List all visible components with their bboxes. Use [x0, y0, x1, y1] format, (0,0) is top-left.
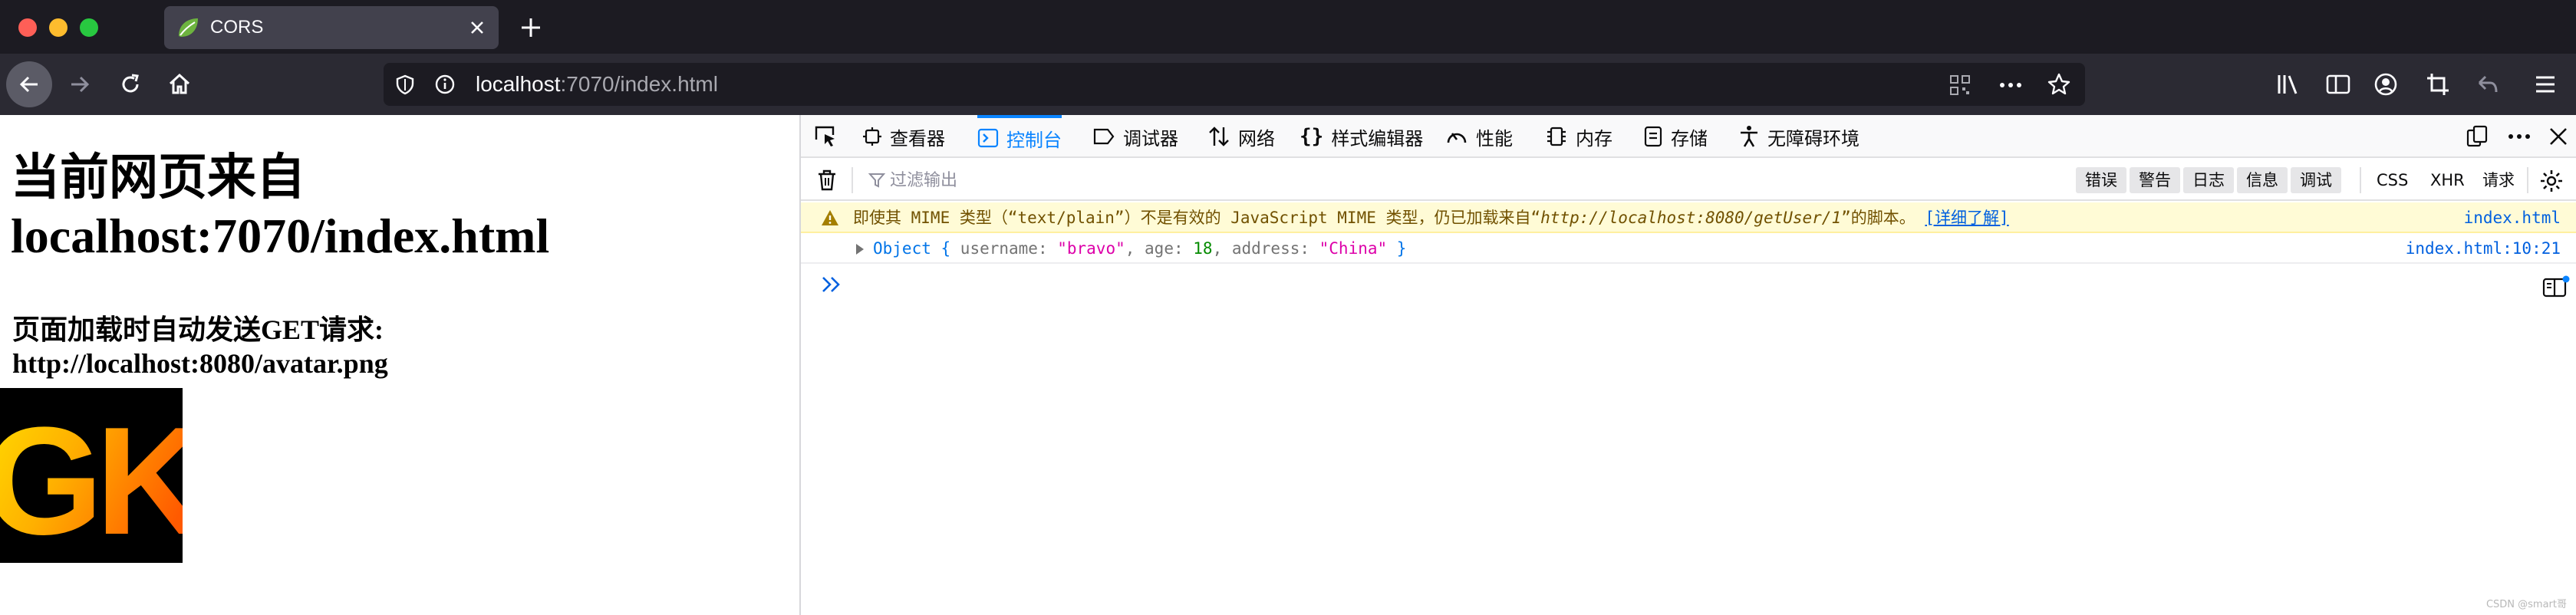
console-settings-gear-icon[interactable] — [2539, 169, 2564, 193]
page-heading: 当前网页来自localhost:7070/index.html — [11, 150, 550, 263]
spring-leaf-icon — [179, 18, 198, 37]
web-page-content: 当前网页来自localhost:7070/index.html 页面加载时自动发… — [0, 115, 799, 615]
bookmark-star-icon[interactable] — [2047, 72, 2071, 97]
back-button[interactable] — [6, 61, 52, 107]
tracking-protection-shield-icon[interactable] — [394, 74, 416, 95]
browser-tab[interactable]: CORS — [164, 6, 499, 49]
back-arrow-icon — [19, 76, 38, 93]
filter-divider — [2360, 167, 2361, 193]
close-window-button[interactable] — [18, 18, 37, 37]
forward-button[interactable] — [57, 61, 103, 107]
navigation-toolbar: localhost:7070/index.html — [0, 54, 2576, 115]
filter-divider — [852, 167, 853, 193]
sidebar-icon[interactable] — [2324, 71, 2352, 98]
tab-network[interactable]: 网络 — [1207, 115, 1275, 158]
split-console-icon[interactable] — [2542, 275, 2570, 299]
url-path: :7070/index.html — [560, 72, 718, 96]
filter-debug-button[interactable]: 调试 — [2291, 167, 2341, 193]
address-bar[interactable]: localhost:7070/index.html — [384, 63, 2085, 106]
warning-text: 即使其 MIME 类型（“text/plain”）不是有效的 JavaScrip… — [853, 209, 2009, 227]
filter-logs-button[interactable]: 日志 — [2183, 167, 2234, 193]
accessibility-icon — [1738, 125, 1760, 148]
hamburger-menu-icon[interactable] — [2532, 71, 2559, 98]
expand-triangle-icon[interactable] — [855, 243, 865, 255]
maximize-window-button[interactable] — [80, 18, 98, 37]
new-tab-icon[interactable] — [519, 15, 543, 40]
tab-accessibility[interactable]: 无障碍环境 — [1738, 115, 1860, 158]
console-prompt-chevron-icon[interactable] — [821, 275, 842, 294]
tab-performance[interactable]: 性能 — [1445, 115, 1513, 158]
console-warning-message: 即使其 MIME 类型（“text/plain”）不是有效的 JavaScrip… — [801, 202, 2576, 233]
filter-output-input[interactable] — [890, 167, 1273, 193]
devtools-toolbar: 查看器 控制台 调试器 网络 {} 样式编辑器 性能 内存 存储 无障碍环境 — [801, 115, 2576, 158]
learn-more-link[interactable]: [详细了解] — [1925, 209, 2008, 227]
console-log-message: Object { username: "bravo", age: 18, add… — [801, 233, 2576, 264]
inspector-icon — [862, 127, 882, 146]
home-icon — [169, 73, 190, 94]
tab-debugger[interactable]: 调试器 — [1092, 115, 1178, 158]
site-info-icon[interactable] — [434, 74, 456, 95]
log-source-link[interactable]: index.html:10:21 — [2406, 233, 2561, 264]
clear-console-trash-icon[interactable] — [816, 169, 838, 192]
filter-divider — [2527, 167, 2528, 193]
network-icon — [1207, 126, 1230, 147]
minimize-window-button[interactable] — [49, 18, 68, 37]
library-icon[interactable] — [2275, 71, 2303, 98]
warning-url: http://localhost:8080/getUser/1 — [1540, 209, 1842, 227]
devtools-panel: 查看器 控制台 调试器 网络 {} 样式编辑器 性能 内存 存储 无障碍环境 过… — [799, 115, 2576, 615]
filter-info-button[interactable]: 信息 — [2237, 167, 2288, 193]
devtools-more-icon[interactable] — [2505, 124, 2533, 149]
reload-button[interactable] — [107, 61, 153, 107]
close-devtools-icon[interactable] — [2547, 124, 2570, 149]
qr-code-icon[interactable] — [1948, 74, 1972, 97]
tab-memory[interactable]: 内存 — [1545, 115, 1612, 158]
url-text[interactable]: localhost:7070/index.html — [476, 63, 718, 106]
account-icon[interactable] — [2372, 71, 2400, 98]
log-object-text[interactable]: Object { username: "bravo", age: 18, add… — [873, 233, 1406, 264]
style-editor-icon: {} — [1300, 125, 1324, 148]
forward-arrow-icon — [71, 76, 90, 93]
warning-triangle-icon — [822, 210, 838, 225]
watermark-text: CSDN @smart哥 — [2485, 599, 2567, 610]
reload-icon — [122, 74, 139, 93]
tab-storage[interactable]: 存储 — [1643, 115, 1708, 158]
page-actions-more-icon[interactable] — [1998, 74, 2024, 97]
filter-errors-button[interactable]: 错误 — [2076, 167, 2126, 193]
storage-icon — [1643, 126, 1663, 147]
avatar-image: GK — [0, 388, 213, 567]
memory-icon — [1545, 126, 1568, 147]
console-filter-bar: 错误 警告 日志 信息 调试 CSS XHR 请求 — [801, 160, 2576, 201]
dock-position-icon[interactable] — [2466, 124, 2489, 149]
undo-icon[interactable] — [2473, 71, 2501, 98]
warning-source-link[interactable]: index.html — [2464, 202, 2561, 233]
tab-console[interactable]: 控制台 — [977, 115, 1062, 158]
tab-inspector[interactable]: 查看器 — [862, 115, 945, 158]
debugger-icon — [1092, 127, 1115, 146]
performance-icon — [1445, 126, 1468, 147]
console-icon — [977, 128, 999, 148]
close-tab-icon[interactable] — [466, 17, 488, 38]
screenshot-crop-icon[interactable] — [2424, 71, 2452, 98]
filter-funnel-icon — [868, 173, 885, 188]
element-picker-icon[interactable] — [813, 124, 838, 149]
avatar-logo-text: GK — [0, 396, 183, 563]
tab-strip: CORS — [0, 0, 2576, 54]
home-button[interactable] — [156, 61, 203, 107]
filter-requests-button[interactable]: 请求 — [2482, 167, 2515, 193]
tab-style-editor[interactable]: {} 样式编辑器 — [1300, 115, 1423, 158]
filter-css-button[interactable]: CSS — [2377, 167, 2408, 193]
filter-xhr-button[interactable]: XHR — [2430, 167, 2465, 193]
tab-title: CORS — [210, 17, 264, 38]
filter-warnings-button[interactable]: 警告 — [2130, 167, 2180, 193]
page-subheading: 页面加载时自动发送GET请求: http://localhost:8080/av… — [12, 314, 388, 379]
url-host: localhost — [476, 72, 561, 96]
